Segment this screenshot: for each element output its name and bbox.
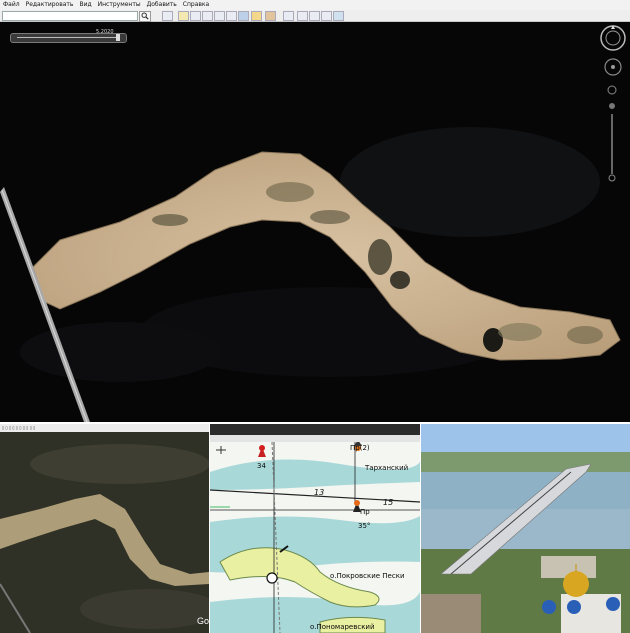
map-header-bar <box>210 424 420 435</box>
time-slider-label: 5.2020 <box>96 29 114 35</box>
label-pr: Пр <box>360 508 370 516</box>
mini-toolbar: ▯ ▯ ▯ ▯ ▯ ▯ ▯ ▯ ▯ ▯ <box>0 424 209 432</box>
compass-icon[interactable] <box>599 24 627 52</box>
magnifier-icon <box>141 12 149 20</box>
menu-view[interactable]: Вид <box>76 0 94 10</box>
grid-number-13: 13 <box>314 488 325 497</box>
menu-file[interactable]: Файл <box>0 0 23 10</box>
blurry-island-image <box>0 424 209 633</box>
label-elev-35: 35° <box>358 522 371 530</box>
zoom-slider-icon[interactable] <box>606 84 618 184</box>
attribution-text: Go <box>197 616 209 626</box>
historical-imagery-icon[interactable] <box>238 11 249 21</box>
label-pokrovskie: о.Покровские Пески <box>330 572 405 580</box>
ruler-icon[interactable] <box>283 11 294 21</box>
maps-icon[interactable] <box>333 11 344 21</box>
time-slider-thumb[interactable] <box>116 34 120 41</box>
search-button[interactable] <box>139 11 151 22</box>
tour-icon[interactable] <box>226 11 237 21</box>
placemark-icon[interactable] <box>178 11 189 21</box>
search-input[interactable] <box>2 11 138 21</box>
label-pr2: Пр(2) <box>350 444 370 452</box>
label-elev-34: 34 <box>257 462 266 470</box>
label-tarkhansky: Тарханский <box>365 464 409 472</box>
topo-map-panel[interactable]: Пр(2) Тарханский 34 Пр 35° 13 15 о.Покро… <box>210 424 420 633</box>
image-overlay-icon[interactable] <box>214 11 225 21</box>
planets-icon[interactable] <box>265 11 276 21</box>
city-bridge-photo <box>421 424 630 633</box>
menu-tools[interactable]: Инструменты <box>95 0 144 10</box>
sidebar-icon[interactable] <box>162 11 173 21</box>
label-ponomarevsky: о.Пономаревский <box>310 623 375 631</box>
island-satellite-image <box>0 127 621 422</box>
path-icon[interactable] <box>202 11 213 21</box>
menu-bar: Файл Редактировать Вид Инструменты Добав… <box>0 0 630 10</box>
menu-help[interactable]: Справка <box>180 0 212 10</box>
polygon-icon[interactable] <box>190 11 201 21</box>
sun-icon[interactable] <box>251 11 262 21</box>
menu-add[interactable]: Добавить <box>144 0 180 10</box>
grid-number-15: 15 <box>383 498 394 507</box>
menu-edit[interactable]: Редактировать <box>23 0 77 10</box>
bridge-photo-image <box>421 424 630 633</box>
email-icon[interactable] <box>297 11 308 21</box>
look-control-icon[interactable] <box>603 57 623 77</box>
satellite-view[interactable]: 5.2020 <box>0 22 630 422</box>
map-tabs-bar <box>210 435 420 442</box>
time-slider-track <box>17 37 118 38</box>
save-image-icon[interactable] <box>321 11 332 21</box>
print-icon[interactable] <box>309 11 320 21</box>
toolbar <box>0 10 630 22</box>
historical-satellite-panel: ▯ ▯ ▯ ▯ ▯ ▯ ▯ ▯ ▯ ▯ Go <box>0 424 209 633</box>
